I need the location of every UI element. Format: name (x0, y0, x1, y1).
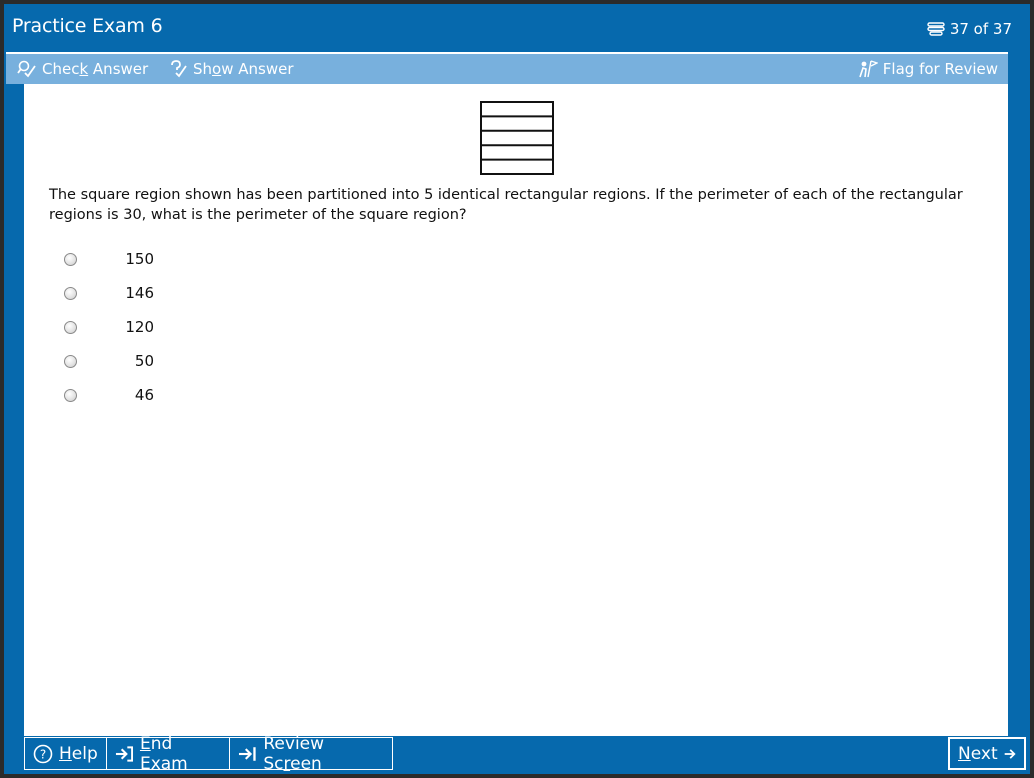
check-answer-access-key: k (79, 60, 89, 78)
footer-bar: ? Help End Exam Review Screen Next (24, 734, 1026, 774)
arrow-right-icon (1004, 748, 1016, 759)
answer-radio[interactable] (64, 252, 77, 266)
question-counter: 37 of 37 (927, 20, 1012, 38)
next-label-post: ext (970, 743, 998, 764)
toolbar: Check Answer Show Answer Flag for Review (6, 52, 1008, 84)
help-label: Help (59, 744, 98, 764)
app-window: Practice Exam 6 37 of 37 Check Answer Sh… (4, 4, 1030, 774)
question-progress: 37 of 37 (949, 20, 1012, 38)
answer-choice-value: 50 (134, 352, 154, 370)
flag-for-review-button[interactable]: Flag for Review (858, 54, 998, 84)
exit-icon (115, 745, 134, 762)
end-exam-access-key: E (139, 733, 151, 754)
next-button[interactable]: Next (948, 737, 1026, 770)
answer-choice[interactable]: 120 (64, 310, 154, 344)
question-panel: The square region shown has been partiti… (24, 84, 1008, 736)
answer-radio[interactable] (64, 286, 77, 300)
check-answer-label: Check Answer (42, 60, 148, 78)
next-label: Next (958, 744, 998, 764)
square-partition-figure (480, 101, 554, 175)
answer-radio[interactable] (64, 320, 77, 334)
help-access-key: H (59, 743, 72, 764)
answer-choices: 150 146 120 50 46 (64, 242, 154, 412)
show-answer-button[interactable]: Show Answer (168, 54, 294, 84)
answer-choice[interactable]: 50 (64, 344, 154, 378)
show-answer-label-pre: Sh (193, 60, 213, 78)
answer-choice[interactable]: 46 (64, 378, 154, 412)
flag-person-icon (859, 60, 878, 78)
answer-choice[interactable]: 150 (64, 242, 154, 276)
question-check-icon (171, 60, 187, 78)
review-screen-label: Review Screen (263, 734, 384, 774)
end-exam-button[interactable]: End Exam (106, 734, 230, 774)
answer-radio[interactable] (64, 388, 77, 402)
answer-choice-value: 46 (134, 386, 154, 404)
flag-for-review-label: Flag for Review (882, 60, 998, 78)
answer-radio[interactable] (64, 354, 77, 368)
skip-to-end-icon (238, 746, 256, 761)
answer-choice-value: 146 (125, 284, 154, 302)
answer-choice-value: 150 (125, 250, 154, 268)
check-answer-button[interactable]: Check Answer (17, 54, 148, 84)
answer-choice-value: 120 (125, 318, 154, 336)
help-label-post: elp (71, 743, 98, 764)
question-text: The square region shown has been partiti… (49, 187, 963, 223)
next-access-key: N (958, 743, 971, 764)
question-list-icon (927, 22, 945, 36)
check-answer-label-pre: Chec (42, 60, 80, 78)
show-answer-label-post: w Answer (221, 60, 294, 78)
answer-choice[interactable]: 146 (64, 276, 154, 310)
end-exam-label: End Exam (140, 734, 221, 774)
show-answer-access-key: o (212, 60, 222, 78)
help-button[interactable]: ? Help (24, 737, 107, 770)
svg-text:?: ? (40, 747, 46, 761)
show-answer-label: Show Answer (193, 60, 294, 78)
review-screen-button[interactable]: Review Screen (229, 734, 393, 774)
magnifier-check-icon (17, 60, 36, 78)
check-answer-label-post: Answer (88, 60, 149, 78)
help-circle-icon: ? (33, 744, 53, 763)
exam-title: Practice Exam 6 (12, 15, 163, 37)
review-screen-label-post: een (290, 753, 322, 774)
